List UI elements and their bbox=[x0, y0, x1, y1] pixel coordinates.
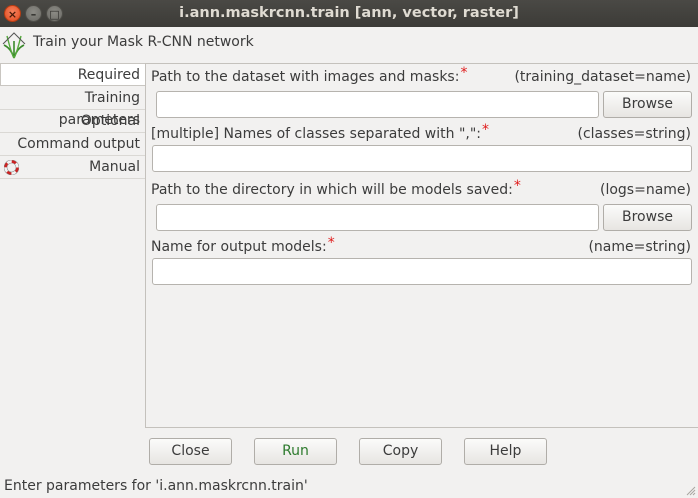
grass-logo-icon bbox=[2, 32, 26, 59]
resize-grip-icon[interactable] bbox=[686, 486, 696, 496]
status-bar: Enter parameters for 'i.ann.maskrcnn.tra… bbox=[0, 475, 698, 498]
param-label-text: Name for output models: bbox=[151, 239, 327, 255]
param-key-classes: (classes=string) bbox=[577, 126, 691, 142]
logs-input[interactable] bbox=[156, 204, 599, 231]
copy-button[interactable]: Copy bbox=[359, 438, 442, 465]
required-marker: * bbox=[482, 122, 489, 138]
tab-label: Command output bbox=[17, 136, 140, 152]
window-maximize-button[interactable]: □ bbox=[46, 5, 63, 22]
tab-command-output[interactable]: Command output bbox=[0, 133, 145, 156]
param-label-text: Path to the directory in which will be m… bbox=[151, 182, 513, 198]
tab-manual[interactable]: Manual bbox=[0, 156, 145, 179]
title-bar[interactable]: × – □ i.ann.maskrcnn.train [ann, vector,… bbox=[0, 0, 698, 27]
param-label-classes: [multiple] Names of classes separated wi… bbox=[151, 122, 489, 142]
tab-label: Required bbox=[77, 67, 140, 83]
module-header: Train your Mask R-CNN network bbox=[0, 27, 698, 61]
close-button[interactable]: Close bbox=[149, 438, 232, 465]
module-description: Train your Mask R-CNN network bbox=[33, 34, 254, 50]
param-key-name: (name=string) bbox=[588, 239, 691, 255]
param-label-training-dataset: Path to the dataset with images and mask… bbox=[151, 65, 467, 85]
param-key-training-dataset: (training_dataset=name) bbox=[514, 69, 691, 85]
tab-list: Required Training parameters Optional Co… bbox=[0, 63, 146, 427]
tab-label: Manual bbox=[89, 159, 140, 175]
window-minimize-button[interactable]: – bbox=[25, 5, 42, 22]
required-panel: Path to the dataset with images and mask… bbox=[145, 63, 698, 428]
param-label-text: Path to the dataset with images and mask… bbox=[151, 69, 460, 85]
run-button[interactable]: Run bbox=[254, 438, 337, 465]
param-label-name: Name for output models:* bbox=[151, 235, 335, 255]
classes-input[interactable] bbox=[152, 145, 692, 172]
param-label-logs: Path to the directory in which will be m… bbox=[151, 178, 521, 198]
required-marker: * bbox=[460, 65, 468, 81]
status-text: Enter parameters for 'i.ann.maskrcnn.tra… bbox=[4, 478, 308, 494]
browse-logs-button[interactable]: Browse bbox=[603, 204, 692, 231]
tab-optional[interactable]: Optional bbox=[0, 110, 145, 133]
param-label-text: [multiple] Names of classes separated wi… bbox=[151, 126, 481, 142]
training-dataset-input[interactable] bbox=[156, 91, 599, 118]
window-title: i.ann.maskrcnn.train [ann, vector, raste… bbox=[179, 5, 519, 21]
tab-training-parameters[interactable]: Training parameters bbox=[0, 87, 145, 128]
param-key-logs: (logs=name) bbox=[600, 182, 691, 198]
help-button[interactable]: Help bbox=[464, 438, 547, 465]
browse-training-dataset-button[interactable]: Browse bbox=[603, 91, 692, 118]
window-close-button[interactable]: × bbox=[4, 5, 21, 22]
lifebuoy-icon bbox=[4, 160, 19, 175]
tab-label: Optional bbox=[80, 113, 140, 129]
name-input[interactable] bbox=[152, 258, 692, 285]
required-marker: * bbox=[327, 235, 335, 251]
required-marker: * bbox=[513, 178, 521, 194]
tab-required[interactable]: Required bbox=[0, 63, 145, 86]
